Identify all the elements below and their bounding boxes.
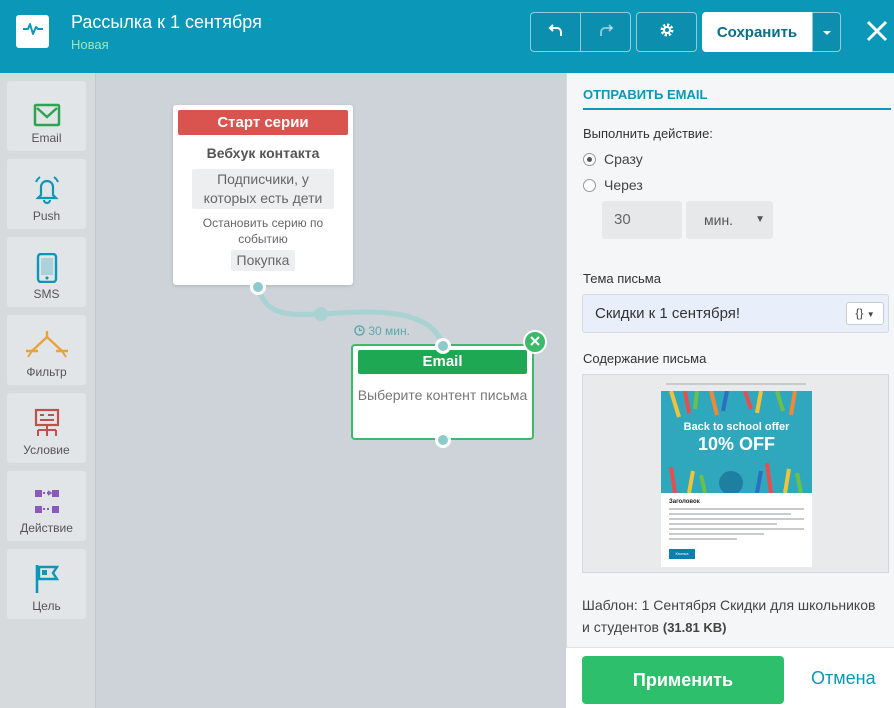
segment-tag: Подписчики, у которых есть дети <box>192 169 334 209</box>
start-node[interactable]: Старт серии Вебхук контакта Подписчики, … <box>173 105 353 285</box>
email-node-body: Выберите контент письма <box>357 387 528 403</box>
preview-heading: Заголовок <box>669 499 700 505</box>
preview-offer: Back to school offer 10% OFF <box>661 421 812 455</box>
option-now[interactable]: Сразу <box>583 151 643 167</box>
clock-icon <box>354 324 368 338</box>
cancel-link[interactable]: Отмена <box>811 668 876 689</box>
panel-title: ОТПРАВИТЬ EMAIL <box>583 87 708 102</box>
email-node-input-port[interactable] <box>435 338 451 354</box>
start-node-title: Вебхук контакта <box>206 145 320 161</box>
subject-value: Скидки к 1 сентября! <box>595 305 741 322</box>
delay-unit-value: мин. <box>704 212 734 228</box>
caret-down-icon: ▼ <box>866 310 875 319</box>
template-info: Шаблон: 1 Сентября Скидки для школьников… <box>582 594 882 639</box>
start-node-output-port[interactable] <box>250 279 266 295</box>
delay-unit-select[interactable]: мин. ▼ <box>686 201 773 239</box>
stop-event-tag: Покупка <box>230 250 296 271</box>
preview-preheader <box>583 381 888 385</box>
option-now-label: Сразу <box>604 151 643 167</box>
apply-button[interactable]: Применить <box>582 656 784 704</box>
preview-banner-image: Back to school offer 10% OFF <box>661 391 812 493</box>
email-node[interactable]: Email Выберите контент письма <box>351 344 534 440</box>
preview-card: Back to school offer 10% OFF Заголовок К… <box>661 391 812 567</box>
preview-button: Кнопка <box>669 549 695 559</box>
content-label: Содержание письма <box>583 351 707 366</box>
braces-icon: {} <box>855 306 864 320</box>
email-preview[interactable]: Back to school offer 10% OFF Заголовок К… <box>582 374 889 573</box>
stop-condition-text: Остановить серию по событию <box>202 216 324 246</box>
close-icon <box>530 333 540 351</box>
template-name: Шаблон: 1 Сентября Скидки для школьников… <box>582 597 876 635</box>
subject-input[interactable]: Скидки к 1 сентября! {} ▼ <box>582 294 889 333</box>
preview-offer-line2: 10% OFF <box>697 434 776 454</box>
delay-label: 30 мин. <box>354 324 410 338</box>
delay-text: 30 мин. <box>368 324 410 338</box>
remove-node-button[interactable] <box>523 330 547 354</box>
preview-offer-line1: Back to school offer <box>683 421 790 433</box>
delay-value-input[interactable]: 30 <box>602 201 682 239</box>
email-node-output-port[interactable] <box>435 432 451 448</box>
template-size: (31.81 KB) <box>662 620 727 635</box>
radio-after[interactable] <box>583 178 596 192</box>
action-label: Выполнить действие: <box>583 126 713 141</box>
insert-variable-button[interactable]: {} ▼ <box>846 302 884 325</box>
caret-down-icon: ▼ <box>755 214 765 225</box>
option-after[interactable]: Через <box>583 177 643 193</box>
radio-now[interactable] <box>583 152 596 166</box>
panel-title-underline <box>583 108 891 110</box>
option-after-label: Через <box>604 177 643 193</box>
start-node-header: Старт серии <box>178 110 348 135</box>
preview-body-text <box>669 508 804 546</box>
subject-label: Тема письма <box>583 271 661 286</box>
